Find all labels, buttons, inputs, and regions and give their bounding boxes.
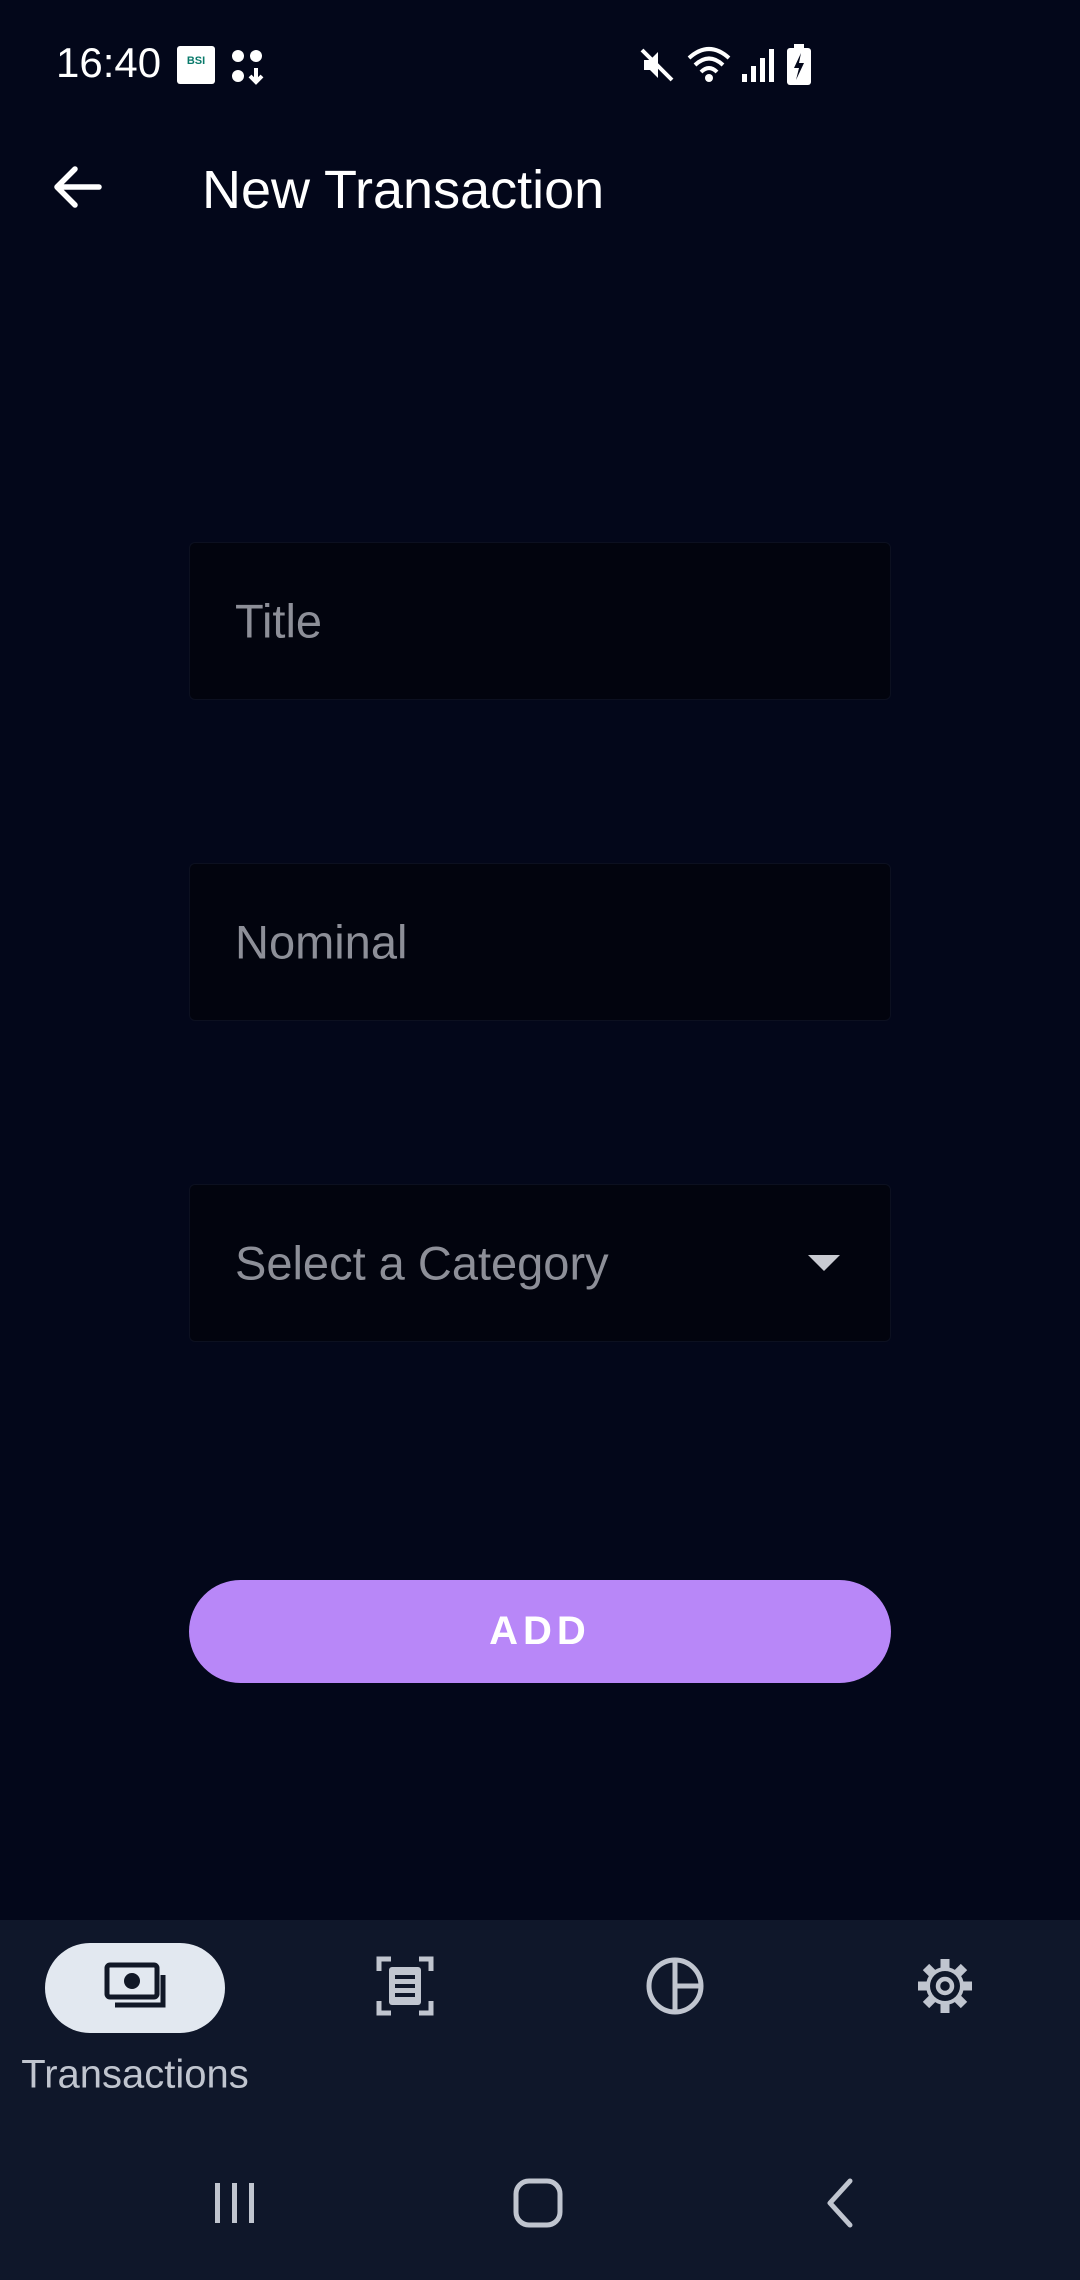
system-nav-bar <box>0 2130 1080 2280</box>
nav-label-transactions: Transactions <box>21 2052 249 2097</box>
app-bar: New Transaction <box>0 130 1080 250</box>
add-button[interactable]: ADD <box>189 1580 891 1683</box>
bottom-nav: Transactions <box>0 1920 1080 2130</box>
category-dropdown[interactable]: Select a Category <box>189 1184 891 1342</box>
gear-icon <box>915 1956 975 2021</box>
nominal-input[interactable]: Nominal <box>189 863 891 1021</box>
recent-apps-button[interactable] <box>175 2130 295 2280</box>
title-input[interactable]: Title <box>189 542 891 700</box>
category-placeholder: Select a Category <box>235 1236 609 1290</box>
system-back-button[interactable] <box>780 2130 900 2280</box>
back-button[interactable] <box>40 152 114 226</box>
download-icon <box>230 48 264 91</box>
chevron-down-icon <box>808 1255 840 1271</box>
nav-active-indicator <box>45 1943 225 2033</box>
money-icon <box>103 1961 167 2016</box>
bsi-app-icon: BSI <box>177 46 215 84</box>
nav-item-settings[interactable] <box>810 1920 1080 2130</box>
battery-charging-icon <box>786 44 812 91</box>
title-placeholder: Title <box>235 594 323 648</box>
nominal-placeholder: Nominal <box>235 915 408 969</box>
nav-item-transactions[interactable]: Transactions <box>0 1920 270 2130</box>
nav-item-scan[interactable] <box>270 1920 540 2130</box>
page-title: New Transaction <box>202 160 605 220</box>
home-icon <box>512 2177 564 2234</box>
mute-icon <box>638 46 676 89</box>
arrow-left-icon <box>51 163 103 216</box>
back-icon <box>820 2177 860 2234</box>
pie-chart-icon <box>645 1956 705 2021</box>
status-bar: 16:40 BSI <box>0 0 1080 130</box>
recent-apps-icon <box>210 2178 260 2233</box>
document-scan-icon <box>375 1955 435 2022</box>
nav-item-reports[interactable] <box>540 1920 810 2130</box>
wifi-icon <box>686 44 732 89</box>
status-time: 16:40 <box>56 39 162 86</box>
signal-icon <box>740 46 776 89</box>
home-button[interactable] <box>478 2130 598 2280</box>
